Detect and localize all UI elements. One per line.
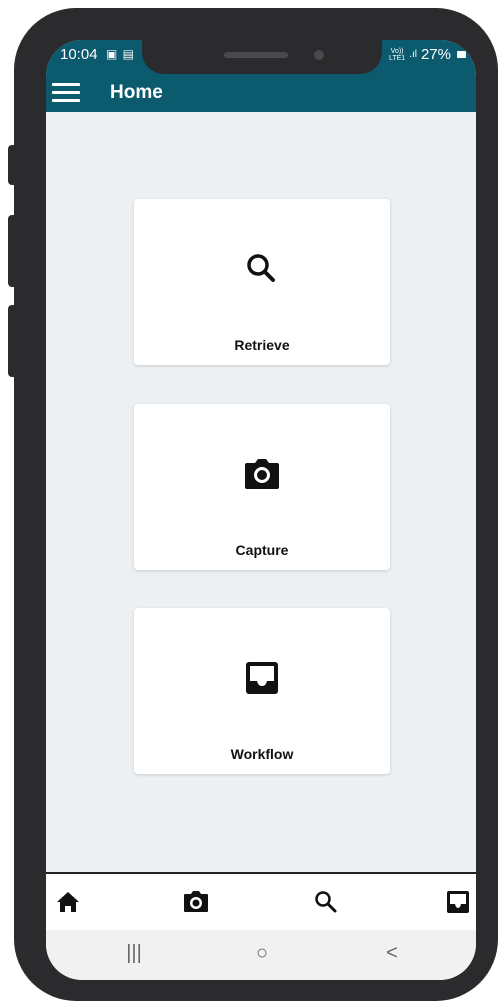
search-icon <box>247 254 275 282</box>
workflow-card[interactable]: Workflow <box>134 608 390 774</box>
notification-icons: ▣ ▤ <box>106 47 136 61</box>
back-button[interactable]: < <box>378 942 406 968</box>
camera-icon <box>245 459 279 489</box>
retrieve-label: Retrieve <box>234 337 290 353</box>
camera-icon[interactable] <box>182 888 210 916</box>
recents-button[interactable]: ||| <box>120 942 148 968</box>
camera-notch <box>142 40 382 74</box>
battery-icon <box>457 51 466 58</box>
volume-up-button <box>8 145 18 185</box>
power-button <box>8 305 18 377</box>
signal-icon: .ıl <box>409 49 417 60</box>
inbox-icon <box>246 662 278 694</box>
status-time: 10:04 <box>60 46 98 63</box>
inbox-icon[interactable] <box>444 888 472 916</box>
search-icon[interactable] <box>312 888 340 916</box>
system-navigation-bar: ||| ○ < <box>46 930 476 980</box>
volte-icon: Vo)) LTE1 <box>389 48 405 62</box>
capture-card[interactable]: Capture <box>134 404 390 570</box>
phone-screen: 10:04 ▣ ▤ Vo)) LTE1 .ıl 27% Home Retriev <box>46 40 476 980</box>
capture-label: Capture <box>235 542 289 558</box>
page-title: Home <box>110 82 163 103</box>
menu-line <box>52 83 80 86</box>
retrieve-card[interactable]: Retrieve <box>134 199 390 365</box>
volte-top-label: Vo)) <box>390 47 404 55</box>
home-button[interactable]: ○ <box>248 942 276 968</box>
bottom-navigation <box>46 872 476 932</box>
volte-bottom-label: LTE1 <box>388 54 406 62</box>
battery-percent: 27% <box>420 46 451 63</box>
app-bar: Home <box>46 74 476 112</box>
speaker-grille <box>224 52 288 58</box>
menu-line <box>52 99 80 102</box>
volume-down-button <box>8 215 18 287</box>
status-right-group: Vo)) LTE1 .ıl 27% <box>389 46 466 63</box>
home-icon[interactable] <box>54 888 82 916</box>
hamburger-menu-icon[interactable] <box>52 80 80 104</box>
front-camera <box>314 50 324 60</box>
workflow-label: Workflow <box>230 746 294 762</box>
menu-line <box>52 91 80 94</box>
